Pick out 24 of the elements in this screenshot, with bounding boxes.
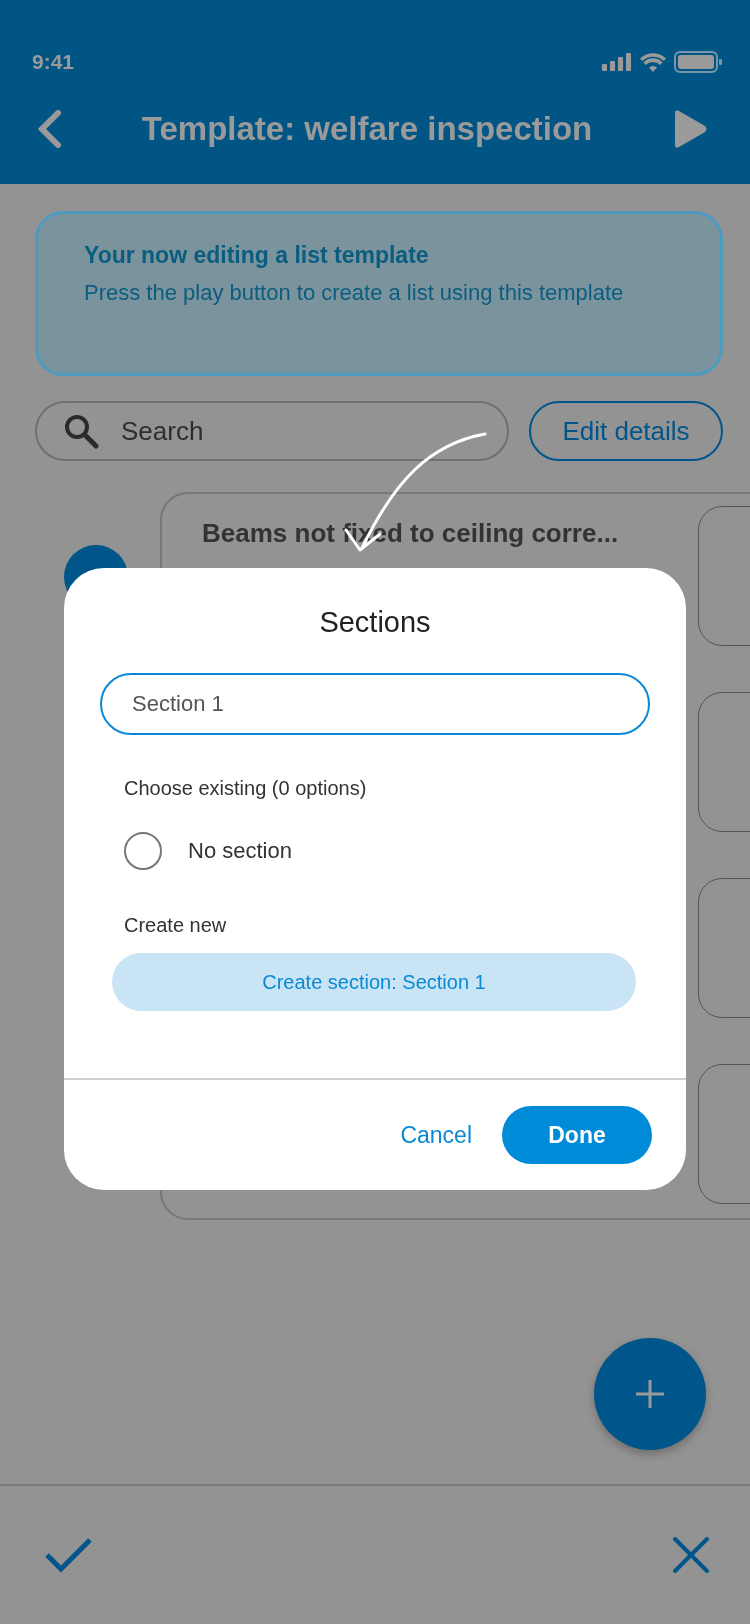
signal-icon: [602, 53, 632, 71]
search-icon: [63, 413, 99, 449]
radio-button[interactable]: [124, 832, 162, 870]
done-button[interactable]: Done: [502, 1106, 652, 1164]
option-label: No section: [188, 838, 292, 864]
cancel-button[interactable]: Cancel: [400, 1121, 472, 1149]
choose-existing-label: Choose existing (0 options): [124, 777, 368, 800]
edit-details-button[interactable]: Edit details: [529, 401, 723, 461]
section-name-field[interactable]: Section 1: [100, 673, 650, 735]
back-icon[interactable]: [36, 110, 62, 148]
banner-text: Press the play button to create a list using this template: [84, 279, 625, 307]
status-time: 9:41: [32, 50, 75, 74]
play-icon[interactable]: [672, 109, 708, 149]
plus-icon: [635, 1379, 665, 1409]
create-section-button[interactable]: Create section: Section 1: [112, 953, 636, 1011]
create-new-label: Create new: [124, 914, 228, 937]
search-field[interactable]: Search: [35, 401, 509, 461]
battery-icon: [674, 51, 722, 73]
wifi-icon: [640, 52, 666, 72]
banner-title: Your now editing a list template: [84, 242, 430, 269]
close-icon[interactable]: [672, 1536, 710, 1574]
dialog-title: Sections: [318, 606, 432, 639]
screen-title: Template: welfare inspection: [141, 110, 593, 148]
check-icon[interactable]: [44, 1537, 92, 1573]
